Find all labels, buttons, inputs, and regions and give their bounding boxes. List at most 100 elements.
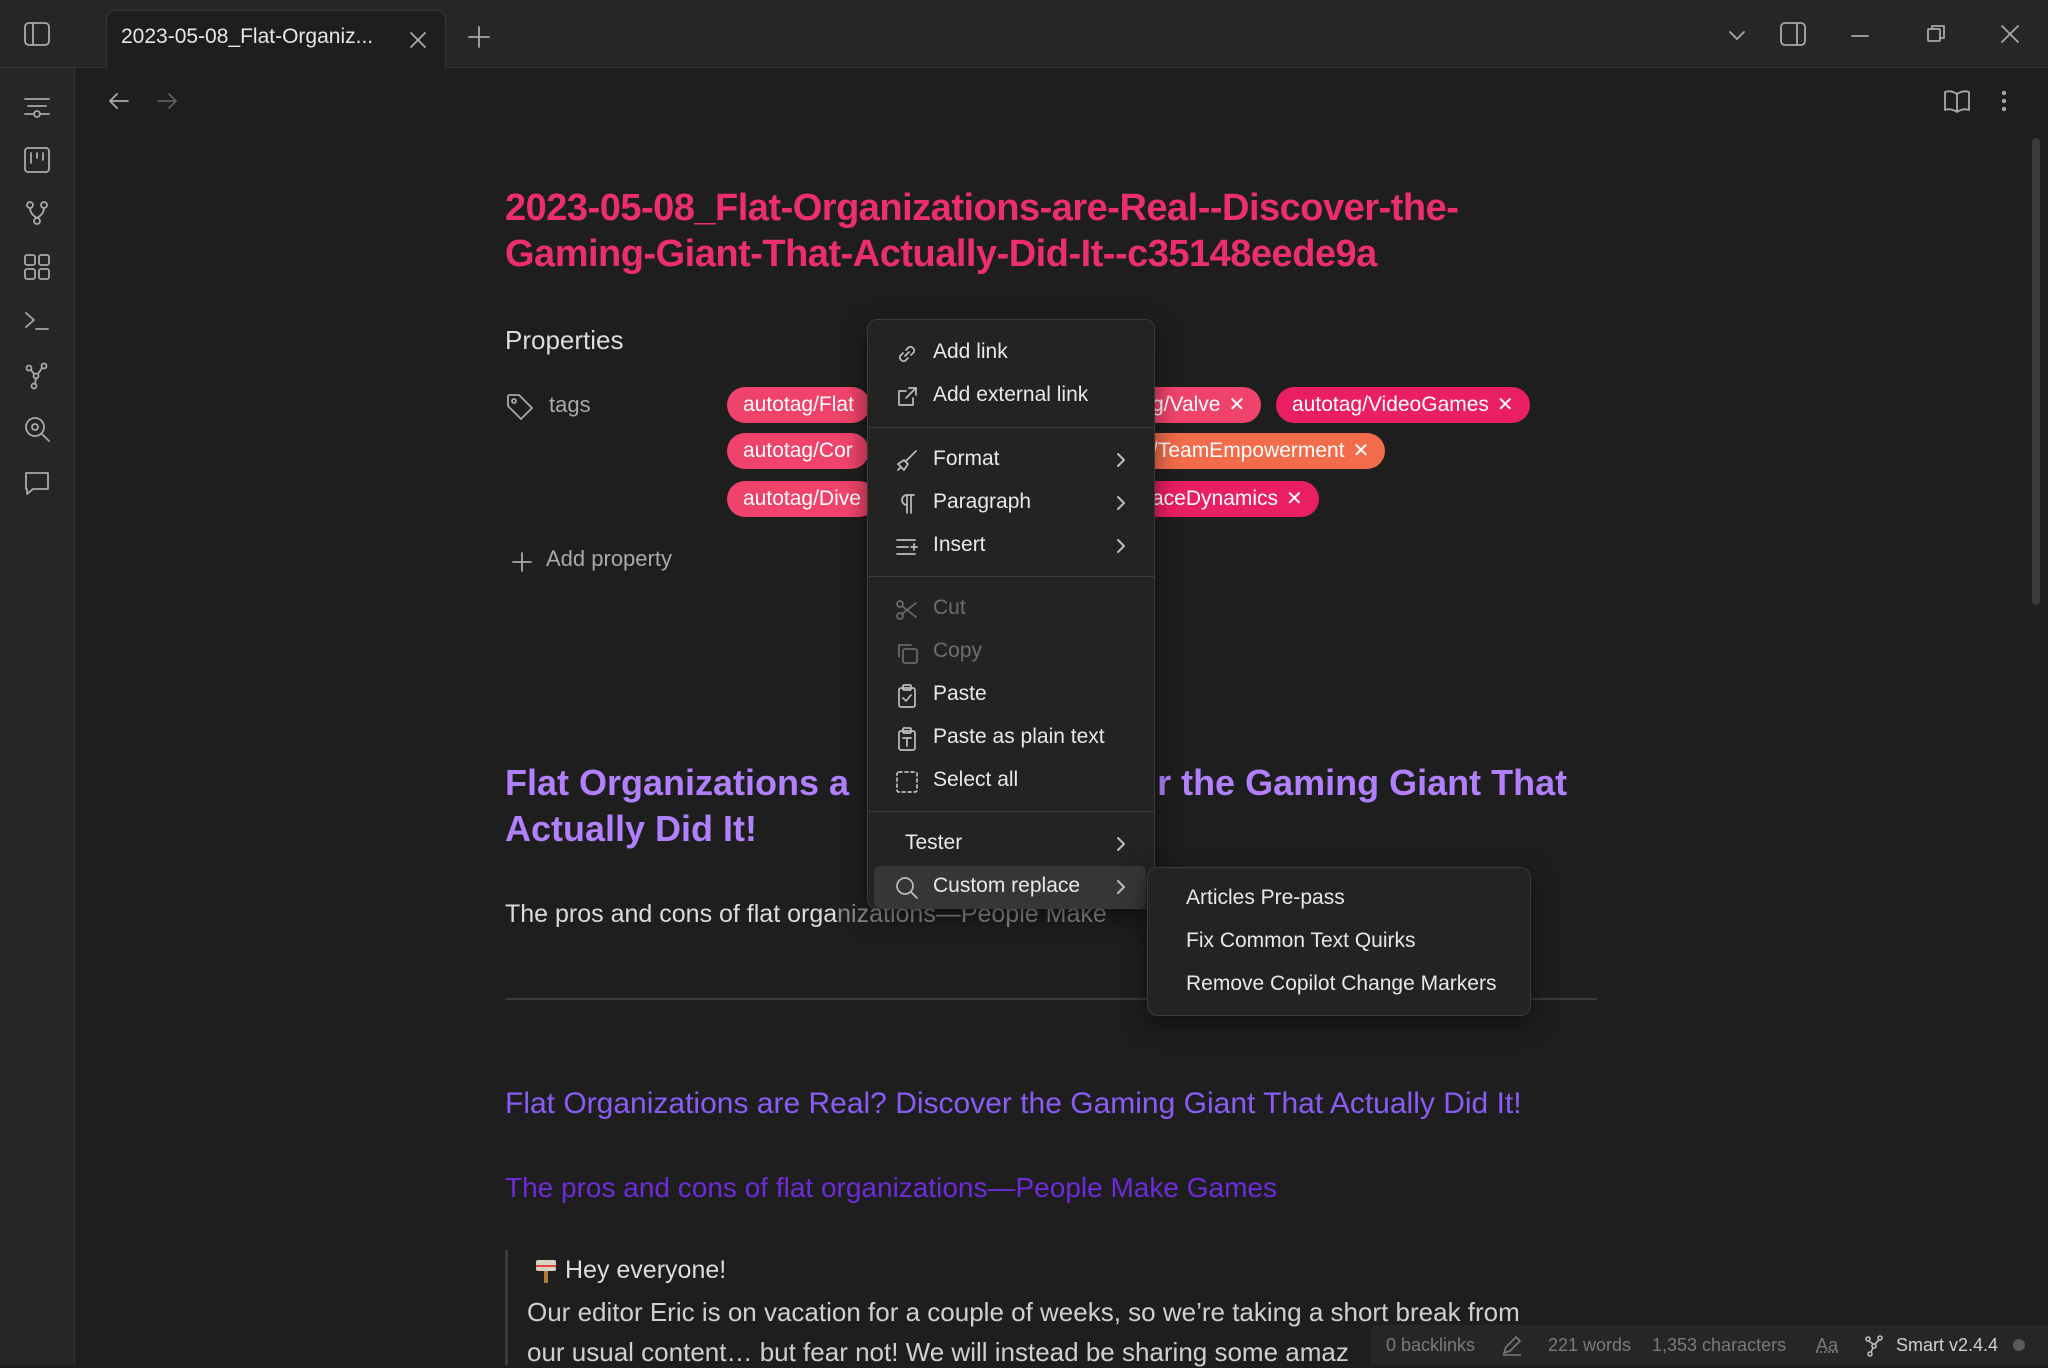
restore-icon[interactable] <box>1924 22 1948 46</box>
context-menu: Add link Add external link Format Paragr… <box>867 319 1155 909</box>
search-settings-icon[interactable] <box>22 414 52 444</box>
backlinks-count[interactable]: 0 backlinks <box>1386 1335 1475 1356</box>
character-count: 1,353 characters <box>1652 1335 1786 1356</box>
custom-replace-submenu: Articles Pre-pass Fix Common Text Quirks… <box>1147 867 1531 1016</box>
external-link-icon <box>894 384 920 410</box>
close-tab-icon[interactable] <box>407 29 429 51</box>
menu-item-add-link[interactable]: Add link <box>874 332 1146 374</box>
remove-tag-icon[interactable]: ✕ <box>1497 394 1514 416</box>
tag-pill[interactable]: autotag/VideoGames ✕ <box>1276 387 1530 423</box>
tag-pill[interactable]: aceDynamics ✕ <box>1138 481 1319 517</box>
tag-text: /TeamEmpowerment <box>1152 439 1345 462</box>
menu-label: Format <box>933 447 1000 471</box>
intro-left: The pros and cons of flat orga <box>505 900 837 928</box>
menu-label: Select all <box>933 768 1018 792</box>
note-title-line-1: 2023-05-08_Flat-Organizations-are-Real--… <box>505 185 1505 231</box>
menu-separator <box>868 576 1154 577</box>
article-link[interactable]: Flat Organizations are Real? Discover th… <box>505 1087 1522 1121</box>
graph-icon[interactable] <box>22 360 52 390</box>
note-title-line-2: Gaming-Giant-That-Actually-Did-It--c3514… <box>505 231 1505 277</box>
menu-item-paste[interactable]: Paste <box>874 674 1146 716</box>
tags-property-label[interactable]: tags <box>549 392 591 418</box>
tag-text: autotag/Cor <box>743 439 853 462</box>
remove-tag-icon[interactable]: ✕ <box>1353 440 1370 462</box>
menu-item-paste-plain[interactable]: Paste as plain text <box>874 717 1146 759</box>
heading-right: r the Gaming Giant That <box>1157 762 1567 803</box>
menu-item-custom-replace[interactable]: Custom replace <box>874 866 1146 908</box>
tag-text: autotag/Flat <box>743 393 854 416</box>
quote-line: our usual content… but fear not! We will… <box>527 1337 1349 1368</box>
filter-icon[interactable] <box>22 93 52 123</box>
tag-icon <box>504 391 536 423</box>
chevron-right-icon <box>1111 493 1131 513</box>
tag-text: g/Valve <box>1152 393 1221 416</box>
chevron-right-icon <box>1111 834 1131 854</box>
tag-pill[interactable]: /TeamEmpowerment ✕ <box>1138 433 1385 469</box>
tag-pill[interactable]: g/Valve ✕ <box>1138 387 1261 423</box>
tag-text: autotag/Dive <box>743 487 861 510</box>
plugin-version[interactable]: Smart v2.4.4 <box>1896 1335 1998 1356</box>
tag-text: aceDynamics <box>1152 487 1278 510</box>
note-title[interactable]: 2023-05-08_Flat-Organizations-are-Real--… <box>505 185 1505 277</box>
menu-label: Custom replace <box>933 874 1080 898</box>
tab-title: 2023-05-08_Flat-Organiz... <box>121 25 373 49</box>
tag-pill[interactable]: autotag/Flat <box>727 387 870 423</box>
menu-item-paragraph[interactable]: Paragraph <box>874 482 1146 524</box>
clipboard-icon <box>894 683 920 709</box>
forward-arrow-icon[interactable] <box>154 88 180 114</box>
more-options-icon[interactable] <box>1992 86 2016 116</box>
close-window-icon[interactable] <box>1998 22 2022 46</box>
add-property-button[interactable]: Add property <box>546 546 672 572</box>
scrollbar[interactable] <box>2032 138 2040 605</box>
blockquote-bar <box>505 1250 508 1365</box>
chat-icon[interactable] <box>22 468 52 498</box>
link-icon <box>894 341 920 367</box>
menu-item-tester[interactable]: Tester <box>874 823 1146 865</box>
edit-pencil-icon[interactable] <box>1500 1333 1524 1357</box>
quote-line: Our editor Eric is on vacation for a cou… <box>527 1297 1520 1328</box>
menu-item-select-all[interactable]: Select all <box>874 760 1146 802</box>
menu-item-format[interactable]: Format <box>874 439 1146 481</box>
reading-view-icon[interactable] <box>1942 86 1972 116</box>
menu-item-insert[interactable]: Insert <box>874 525 1146 567</box>
submenu-item-remove-copilot-change-markers[interactable]: Remove Copilot Change Markers <box>1186 972 1496 996</box>
new-tab-icon[interactable] <box>466 24 492 50</box>
menu-separator <box>868 811 1154 812</box>
right-sidebar-toggle-icon[interactable] <box>1778 19 1808 49</box>
tag-pill[interactable]: autotag/Cor <box>727 433 869 469</box>
grid-icon[interactable] <box>22 252 52 282</box>
menu-separator <box>868 427 1154 428</box>
select-all-icon <box>894 769 920 795</box>
plus-icon[interactable] <box>510 550 534 574</box>
tab-list-chevron-icon[interactable] <box>1726 24 1748 46</box>
git-branch-icon[interactable] <box>22 198 52 228</box>
back-arrow-icon[interactable] <box>106 88 132 114</box>
menu-item-copy: Copy <box>874 631 1146 673</box>
left-ribbon <box>0 68 75 1365</box>
sync-status-dot[interactable] <box>2013 1339 2025 1351</box>
signpost-icon <box>533 1257 559 1285</box>
properties-heading[interactable]: Properties <box>505 325 624 356</box>
menu-label: Add external link <box>933 383 1088 407</box>
smart-connections-icon[interactable] <box>1862 1333 1886 1357</box>
title-bar: 2023-05-08_Flat-Organiz... <box>0 0 2048 68</box>
sidebar-toggle-icon[interactable] <box>22 19 52 49</box>
menu-item-add-external-link[interactable]: Add external link <box>874 375 1146 417</box>
submenu-item-fix-common-text-quirks[interactable]: Fix Common Text Quirks <box>1186 929 1416 953</box>
menu-label: Insert <box>933 533 986 557</box>
article-subtitle-link[interactable]: The pros and cons of flat organizations—… <box>505 1172 1277 1204</box>
tab-active-note[interactable]: 2023-05-08_Flat-Organiz... <box>106 10 446 68</box>
word-count: 221 words <box>1548 1335 1631 1356</box>
menu-label: Add link <box>933 340 1008 364</box>
terminal-icon[interactable] <box>22 306 52 336</box>
search-icon <box>894 875 920 901</box>
remove-tag-icon[interactable]: ✕ <box>1229 394 1246 416</box>
font-indicator[interactable]: Aa <box>1816 1335 1838 1356</box>
submenu-item-articles-pre-pass[interactable]: Articles Pre-pass <box>1186 886 1345 910</box>
minimize-icon[interactable] <box>1848 24 1872 48</box>
status-bar: 0 backlinks 221 words 1,353 characters A… <box>1370 1325 2048 1365</box>
remove-tag-icon[interactable]: ✕ <box>1286 488 1303 510</box>
kanban-icon[interactable] <box>22 145 52 175</box>
tag-pill[interactable]: autotag/Dive <box>727 481 877 517</box>
chevron-right-icon <box>1111 877 1131 897</box>
